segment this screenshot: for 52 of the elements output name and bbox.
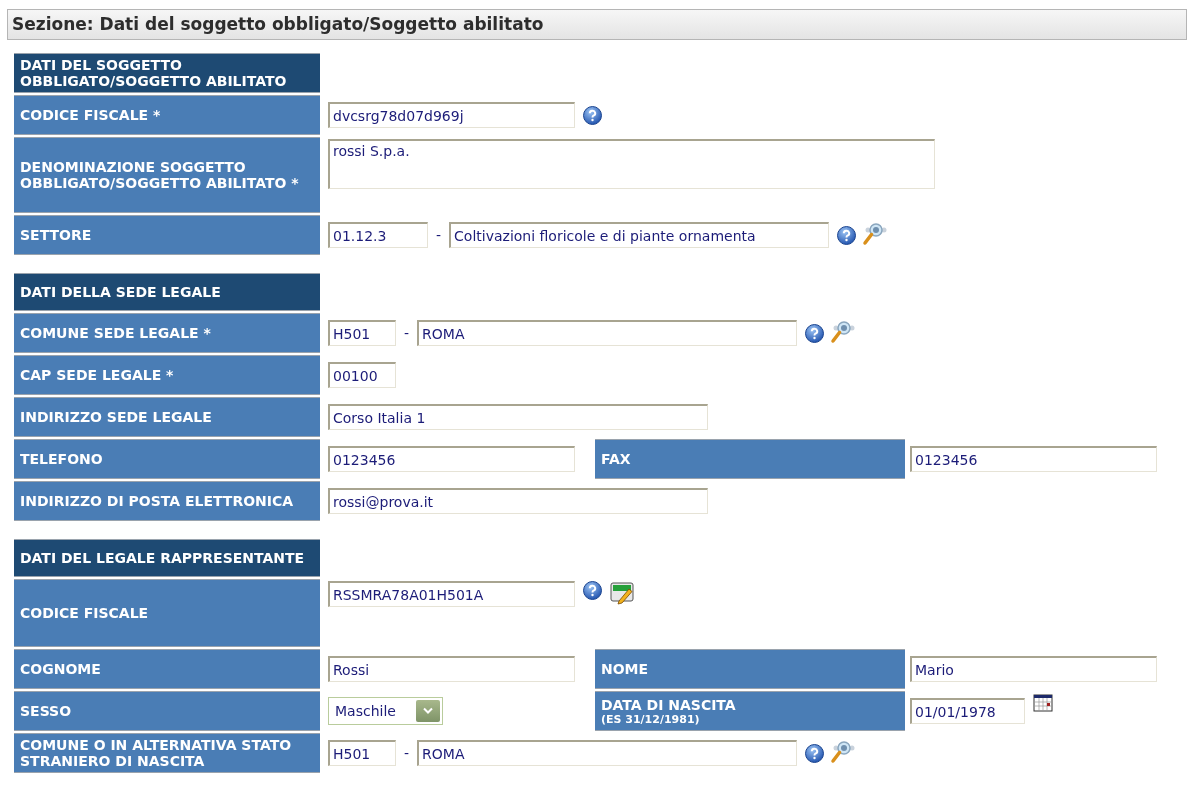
input-field[interactable]: 01/01/1978: [910, 698, 1025, 724]
text-area[interactable]: rossi S.p.a.: [328, 139, 935, 189]
magnifier-icon[interactable]: [862, 223, 889, 247]
separator-dash: -: [403, 323, 411, 343]
input-field[interactable]: ROMA: [417, 320, 798, 346]
group-header: DATI DEL SOGGETTO OBBLIGATO/SOGGETTO ABILITATO: [14, 53, 320, 93]
field-label: SETTORE: [14, 215, 320, 255]
input-field[interactable]: Coltivazioni floricole e di piante ornamenta: [449, 222, 830, 248]
field-label: SESSO: [14, 691, 320, 731]
input-field[interactable]: H501: [328, 740, 396, 766]
help-icon[interactable]: [583, 581, 602, 600]
help-icon[interactable]: [837, 225, 857, 245]
field-label: CODICE FISCALE *: [14, 95, 320, 135]
input-field[interactable]: RSSMRA78A01H501A: [328, 581, 575, 607]
dropdown[interactable]: Maschile: [328, 697, 443, 725]
section-title: Sezione: Dati del soggetto obbligato/Soggetto abilitato: [7, 9, 1187, 40]
input-field[interactable]: ROMA: [417, 740, 798, 766]
calendar-icon[interactable]: [1033, 694, 1053, 712]
input-field[interactable]: 0123456: [328, 446, 575, 472]
input-field[interactable]: Mario: [910, 656, 1157, 682]
group-header: DATI DEL LEGALE RAPPRESENTANTE: [14, 539, 320, 577]
field-label: COMUNE O IN ALTERNATIVA STATO STRANIERO DI NASCITA: [14, 733, 320, 773]
input-field[interactable]: Corso Italia 1: [328, 404, 708, 430]
field-label: INDIRIZZO DI POSTA ELETTRONICA: [14, 481, 320, 521]
input-field[interactable]: 01.12.3: [328, 222, 428, 248]
field-label: DATA DI NASCITA: [601, 696, 737, 713]
field-label: CODICE FISCALE: [14, 579, 320, 647]
input-field[interactable]: Rossi: [328, 656, 575, 682]
field-label: DENOMINAZIONE SOGGETTO OBBLIGATO/SOGGETTO ABILITATO *: [14, 137, 320, 213]
help-icon[interactable]: [805, 323, 825, 343]
magnifier-icon[interactable]: [830, 321, 857, 345]
field-label: INDIRIZZO SEDE LEGALE: [14, 397, 320, 437]
magnifier-icon[interactable]: [830, 741, 857, 765]
input-field[interactable]: 00100: [328, 362, 396, 388]
input-field[interactable]: rossi@prova.it: [328, 488, 708, 514]
input-field[interactable]: dvcsrg78d07d969j: [328, 102, 575, 128]
field-label: TELEFONO: [14, 439, 320, 479]
field-label: NOME: [595, 649, 905, 689]
date-hint: (ES 31/12/1981): [601, 712, 701, 726]
field-label: CAP SEDE LEGALE *: [14, 355, 320, 395]
help-icon[interactable]: [583, 105, 602, 125]
caret-icon: [416, 700, 440, 722]
input-field[interactable]: H501: [328, 320, 396, 346]
edit-icon[interactable]: [610, 581, 636, 605]
group-header: DATI DELLA SEDE LEGALE: [14, 273, 320, 311]
field-label: COMUNE SEDE LEGALE *: [14, 313, 320, 353]
input-field[interactable]: 0123456: [910, 446, 1157, 472]
field-label: COGNOME: [14, 649, 320, 689]
separator-dash: -: [403, 743, 411, 763]
separator-dash: -: [435, 225, 443, 245]
help-icon[interactable]: [805, 743, 825, 763]
field-label: FAX: [595, 439, 905, 479]
